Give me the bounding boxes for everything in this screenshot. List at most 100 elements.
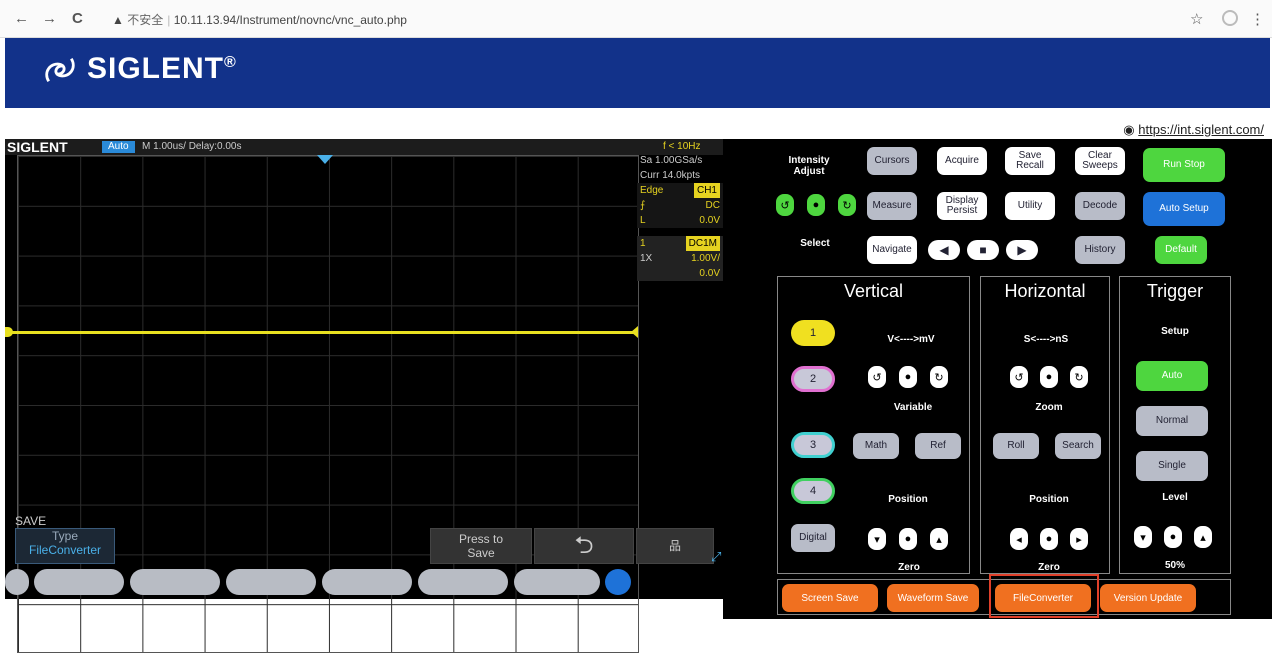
horizontal-zero-label: Zero (1038, 562, 1060, 573)
auto-setup-button[interactable]: Auto Setup (1143, 192, 1225, 226)
site-link-text[interactable]: https://int.siglent.com/ (1138, 122, 1264, 137)
forward-button[interactable]: → (42, 10, 57, 27)
ch1-number: 1 (640, 238, 646, 249)
intensity-ccw-icon[interactable]: ↺ (776, 194, 794, 216)
level-down-icon[interactable]: ▾ (1134, 526, 1152, 548)
intensity-cw-icon[interactable]: ↻ (838, 194, 856, 216)
site-link[interactable]: ◉ https://int.siglent.com/ (1123, 122, 1264, 138)
horizontal-position-label: Position (1029, 494, 1069, 505)
scope-status-bar: SIGLENT Auto M 1.00us/ Delay:0.00s f < 1… (5, 139, 723, 155)
version-update-button[interactable]: Version Update (1100, 584, 1196, 612)
default-button[interactable]: Default (1155, 236, 1207, 264)
h-scale-label: S<---->nS (1023, 334, 1069, 345)
digital-button[interactable]: Digital (791, 524, 835, 552)
waveform-save-button[interactable]: Waveform Save (887, 584, 979, 612)
memory-depth: Curr 14.0kpts (640, 170, 701, 181)
ch4-button[interactable]: 4 (791, 478, 835, 504)
nav-stop-icon[interactable]: ■ (967, 240, 999, 260)
softkey-4[interactable] (322, 569, 412, 595)
hpos-push-icon[interactable]: ● (1040, 528, 1058, 550)
ch1-coupling: DC1M (685, 236, 720, 251)
variable-label: Variable (893, 402, 933, 413)
measure-button[interactable]: Measure (867, 192, 917, 220)
network-icon[interactable]: 品 (636, 528, 714, 564)
ch3-button[interactable]: 3 (791, 432, 835, 458)
browser-toolbar: ← → C ▲ 不安全 | 10.11.13.94/Instrument/novn… (0, 0, 1272, 38)
type-softkey[interactable]: Type FileConverter (15, 528, 115, 564)
level-push-icon[interactable]: ● (1164, 526, 1182, 548)
trigger-position-marker (317, 155, 333, 164)
save-label: Save (467, 546, 495, 560)
ch1-trace (5, 331, 637, 334)
press-to-label: Press to (458, 532, 503, 546)
hscale-cw-icon[interactable]: ↻ (1070, 366, 1088, 388)
trigger-auto-button[interactable]: Auto (1136, 361, 1208, 391)
save-recall-button[interactable]: Save Recall (1005, 147, 1055, 175)
nav-right-icon[interactable]: ▶ (1006, 240, 1038, 260)
scope-screen: SIGLENT Auto M 1.00us/ Delay:0.00s f < 1… (5, 139, 723, 653)
press-to-save-softkey[interactable]: Press to Save (430, 528, 532, 564)
ch2-button[interactable]: 2 (791, 366, 835, 392)
softkey-5[interactable] (418, 569, 508, 595)
ch1-scale-row: 1X 1.00V/ (637, 251, 723, 266)
history-button[interactable]: History (1075, 236, 1125, 264)
trigger-normal-button[interactable]: Normal (1136, 406, 1208, 436)
utility-button[interactable]: Utility (1005, 192, 1055, 220)
menu-icon[interactable]: ⋮ (1250, 10, 1265, 28)
hpos-right-icon[interactable]: ▸ (1070, 528, 1088, 550)
math-button[interactable]: Math (853, 433, 899, 459)
reload-button[interactable]: C (72, 10, 83, 27)
ch1-button[interactable]: 1 (791, 320, 835, 346)
search-button[interactable]: Search (1055, 433, 1101, 459)
cursors-button[interactable]: Cursors (867, 147, 917, 175)
siglent-logo: SIGLENT® (41, 52, 237, 87)
hscale-ccw-icon[interactable]: ↺ (1010, 366, 1028, 388)
vpos-down-icon[interactable]: ▾ (868, 528, 886, 550)
roll-button[interactable]: Roll (993, 433, 1039, 459)
vscale-ccw-icon[interactable]: ↺ (868, 366, 886, 388)
back-button[interactable]: ← (14, 10, 29, 27)
hpos-left-icon[interactable]: ◂ (1010, 528, 1028, 550)
display-persist-button[interactable]: Display Persist (937, 192, 987, 220)
fifty-percent-label: 50% (1164, 560, 1185, 571)
type-label: Type (51, 529, 78, 543)
ch1-offset-marker (5, 327, 13, 337)
trigger-single-button[interactable]: Single (1136, 451, 1208, 481)
vpos-up-icon[interactable]: ▴ (930, 528, 948, 550)
run-stop-button[interactable]: Run Stop (1143, 148, 1225, 182)
level-label: L (640, 215, 646, 226)
trigger-slope-row: ⨍ DC (637, 198, 723, 213)
decode-button[interactable]: Decode (1075, 192, 1125, 220)
nav-left-icon[interactable]: ◀ (928, 240, 960, 260)
fullscreen-icon[interactable]: ⤢ (711, 549, 721, 565)
return-softkey[interactable]: ⮌ (534, 528, 634, 564)
link-bar (0, 108, 1272, 138)
ch1-info-row: 1 DC1M (637, 236, 723, 251)
acquire-button[interactable]: Acquire (937, 147, 987, 175)
address-bar[interactable]: ▲ 不安全 | 10.11.13.94/Instrument/novnc/vnc_… (112, 11, 407, 28)
softkey-1[interactable] (34, 569, 124, 595)
hscale-push-icon[interactable]: ● (1040, 366, 1058, 388)
screen-save-button[interactable]: Screen Save (782, 584, 878, 612)
softkey-3[interactable] (226, 569, 316, 595)
level-up-icon[interactable]: ▴ (1194, 526, 1212, 548)
softkey-menu-toggle[interactable] (605, 569, 631, 595)
vscale-push-icon[interactable]: ● (899, 366, 917, 388)
navigate-button[interactable]: Navigate (867, 236, 917, 264)
clear-sweeps-button[interactable]: Clear Sweeps (1075, 147, 1125, 175)
ch1-vdiv: 1.00V/ (691, 253, 720, 264)
scope-brand: SIGLENT (7, 139, 68, 155)
profile-icon[interactable] (1222, 10, 1238, 26)
select-label: Select (800, 238, 830, 249)
softkey-knob-left[interactable] (5, 569, 29, 595)
intensity-push-icon[interactable]: ● (807, 194, 825, 216)
bookmark-star-icon[interactable]: ☆ (1190, 10, 1203, 28)
softkey-2[interactable] (130, 569, 220, 595)
vpos-push-icon[interactable]: ● (899, 528, 917, 550)
globe-icon: ◉ (1123, 122, 1139, 137)
ref-button[interactable]: Ref (915, 433, 961, 459)
vscale-cw-icon[interactable]: ↻ (930, 366, 948, 388)
softkey-6[interactable] (514, 569, 600, 595)
ch1-offset: 0.0V (637, 266, 723, 281)
trigger-level-value: 0.0V (699, 215, 720, 226)
